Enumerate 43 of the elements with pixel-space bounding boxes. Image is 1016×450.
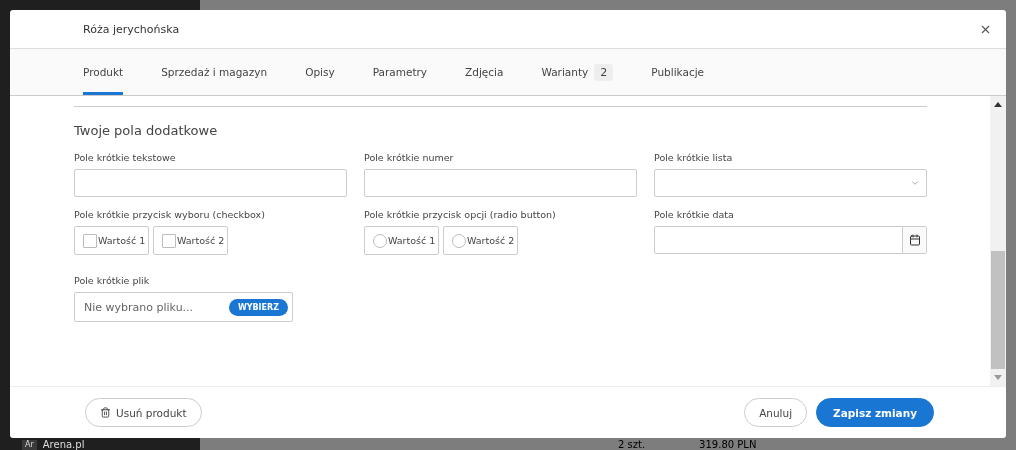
field-label: Pole krótkie tekstowe xyxy=(74,152,177,163)
field-label: Pole krótkie lista xyxy=(654,152,734,163)
checkbox-option[interactable]: Wartość 1 xyxy=(74,226,149,255)
checkbox[interactable] xyxy=(83,233,97,248)
store-name[interactable]: Arena.pl xyxy=(42,439,172,450)
radio-button[interactable] xyxy=(373,233,387,248)
tab[interactable]: Publikacje xyxy=(651,49,705,95)
text-field[interactable] xyxy=(364,169,637,197)
trash-icon xyxy=(100,407,111,418)
field-label: Pole krótkie przycisk opcji (radio button) xyxy=(364,209,557,220)
tab[interactable]: Opisy xyxy=(305,49,335,95)
cancel-button[interactable]: Anuluj xyxy=(744,398,808,427)
tab[interactable]: Produkt xyxy=(83,49,124,95)
field-label: Pole krótkie data xyxy=(654,209,735,220)
field-label: Pole krótkie numer xyxy=(364,152,455,163)
dialog-title: Róża jerychońska xyxy=(83,22,180,36)
file-field[interactable]: Nie wybrano pliku... WYBIERZ xyxy=(74,292,293,322)
tab[interactable]: Warianty 2 xyxy=(541,49,614,95)
date-field[interactable] xyxy=(654,226,927,254)
calendar-icon[interactable] xyxy=(902,227,926,253)
count-badge: 2 xyxy=(594,63,614,81)
delete-button[interactable]: Usuń produkt xyxy=(85,398,202,427)
chevron-down-icon xyxy=(910,178,920,188)
section-title: Twoje pola dodatkowe xyxy=(74,123,219,138)
choose-button[interactable]: WYBIERZ xyxy=(228,298,288,316)
tab[interactable]: Zdjęcia xyxy=(465,49,504,95)
field-label: Pole krótkie plik xyxy=(74,275,151,286)
tab[interactable]: Parametry xyxy=(372,49,428,95)
text-field[interactable] xyxy=(74,169,347,197)
scrollbar[interactable] xyxy=(990,96,1006,386)
tab[interactable]: Sprzedaż i magazyn xyxy=(161,49,268,95)
radio-button[interactable] xyxy=(452,233,466,248)
quantity-text: 2 szt. xyxy=(618,439,646,450)
radio-option[interactable]: Wartość 1 xyxy=(364,226,439,255)
save-button[interactable]: Zapisz zmiany xyxy=(816,398,934,427)
price-text: 319.80 PLN xyxy=(699,439,757,450)
field-label: Pole krótkie przycisk wyboru (checkbox) xyxy=(74,209,266,220)
select-field[interactable] xyxy=(654,169,927,197)
radio-option[interactable]: Wartość 2 xyxy=(443,226,518,255)
checkbox-option[interactable]: Wartość 2 xyxy=(153,226,228,255)
checkbox[interactable] xyxy=(162,233,176,248)
store-badge: Ar xyxy=(22,439,37,450)
file-placeholder: Nie wybrano pliku... xyxy=(84,300,194,314)
